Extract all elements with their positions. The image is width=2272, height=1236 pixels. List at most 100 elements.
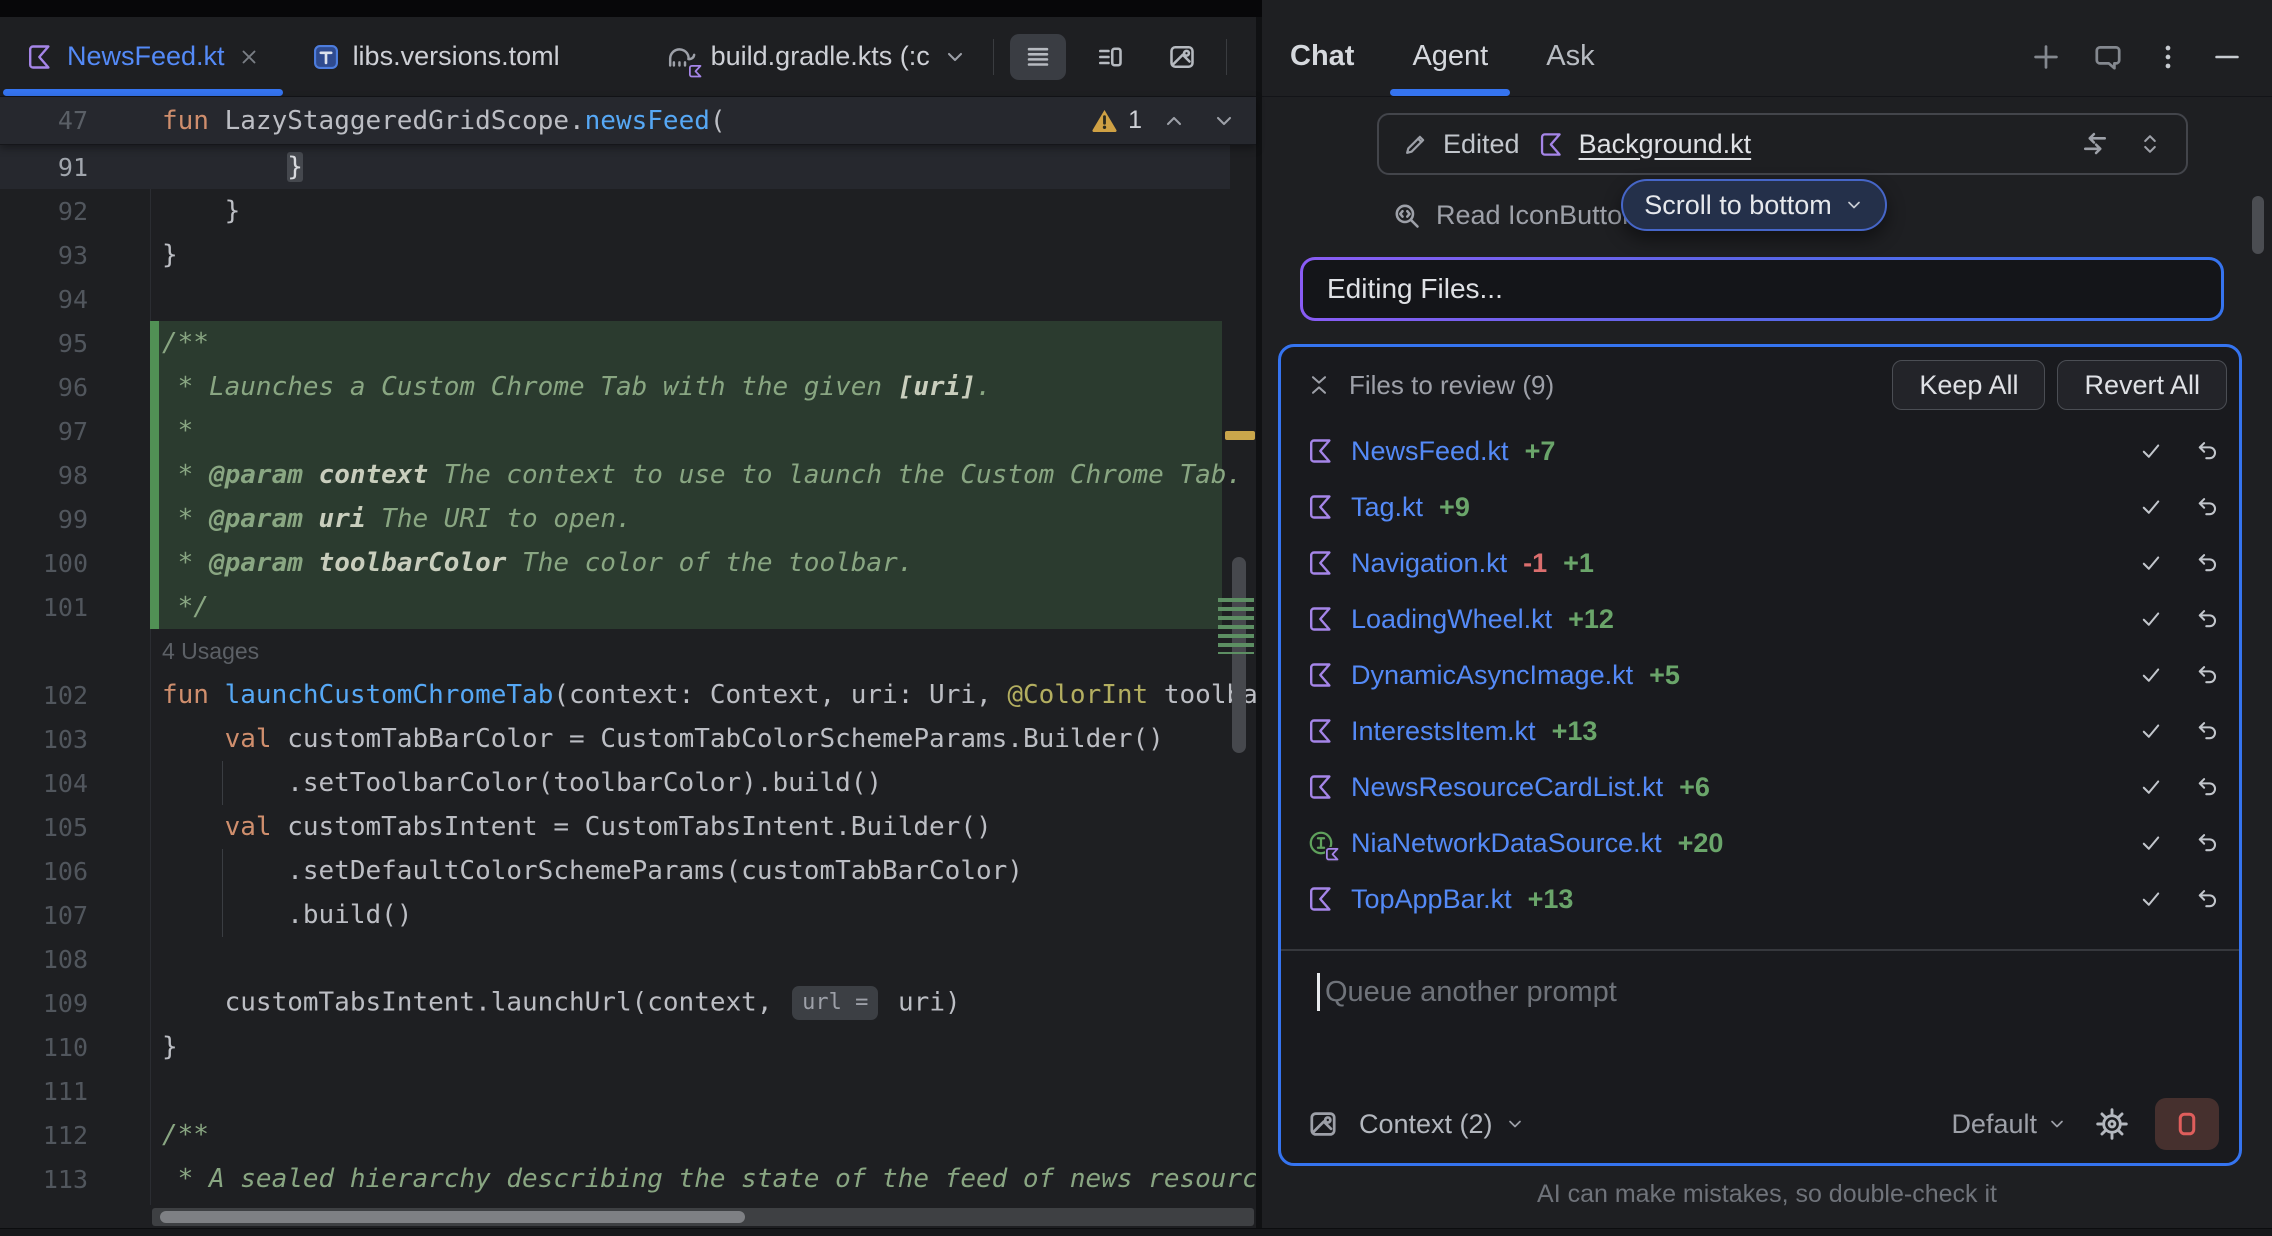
collapse-all-icon[interactable] — [1307, 373, 1331, 397]
attach-image-icon[interactable] — [1307, 1108, 1339, 1140]
warning-count[interactable]: 1 — [1128, 106, 1142, 135]
revert-file-button[interactable] — [2195, 495, 2219, 519]
line-number[interactable]: 95 — [0, 329, 150, 358]
line-number[interactable]: 93 — [0, 241, 150, 270]
line-number[interactable]: 111 — [0, 1077, 150, 1106]
chevron-down-icon[interactable] — [2047, 1114, 2067, 1134]
line-number[interactable]: 98 — [0, 461, 150, 490]
code-text[interactable]: /** — [150, 1120, 1256, 1150]
split-view-button[interactable] — [1082, 34, 1138, 80]
stop-button[interactable] — [2155, 1098, 2219, 1150]
tab-libs-versions-toml[interactable]: libs.versions.toml — [286, 17, 586, 96]
kebab-menu-icon[interactable] — [2154, 43, 2182, 71]
line-number[interactable]: 110 — [0, 1033, 150, 1062]
line-number[interactable]: 99 — [0, 505, 150, 534]
keep-file-button[interactable] — [2139, 831, 2163, 855]
gear-icon[interactable] — [2095, 1107, 2129, 1141]
keep-file-button[interactable] — [2139, 607, 2163, 631]
code-text[interactable]: val customTabsIntent = CustomTabsIntent.… — [150, 812, 1256, 842]
expand-collapse-icon[interactable] — [2138, 132, 2162, 156]
line-number[interactable]: 97 — [0, 417, 150, 446]
code-text[interactable]: * @param uri The URI to open. — [150, 504, 1256, 534]
keep-file-button[interactable] — [2139, 663, 2163, 687]
chat-vertical-scrollbar[interactable] — [2252, 196, 2264, 254]
file-link[interactable]: Navigation.kt — [1351, 548, 1507, 579]
edited-file-link[interactable]: Background.kt — [1579, 129, 1752, 160]
code-text[interactable]: .setToolbarColor(toolbarColor).build() — [150, 768, 1256, 798]
code-text[interactable]: customTabsIntent.launchUrl(context, url … — [150, 986, 1256, 1020]
revert-file-button[interactable] — [2195, 719, 2219, 743]
previous-problem-icon[interactable] — [1162, 109, 1186, 133]
revert-file-button[interactable] — [2195, 775, 2219, 799]
next-problem-icon[interactable] — [1212, 109, 1236, 133]
line-number[interactable]: 102 — [0, 681, 150, 710]
file-link[interactable]: LoadingWheel.kt — [1351, 604, 1552, 635]
line-number[interactable]: 105 — [0, 813, 150, 842]
code-text[interactable]: } — [150, 1032, 1256, 1062]
revert-file-button[interactable] — [2195, 551, 2219, 575]
chevron-down-icon[interactable] — [1505, 1114, 1525, 1134]
editor-horizontal-scrollbar[interactable] — [152, 1208, 1254, 1226]
hide-panel-icon[interactable] — [2212, 42, 2242, 72]
revert-all-button[interactable]: Revert All — [2057, 360, 2227, 410]
file-review-row[interactable]: LoadingWheel.kt+12 — [1281, 591, 2239, 647]
scrollbar-warning-mark[interactable] — [1225, 431, 1255, 440]
horizontal-scrollbar-thumb[interactable] — [160, 1211, 745, 1223]
warning-icon[interactable] — [1091, 107, 1118, 134]
code-text[interactable]: * Launches a Custom Chrome Tab with the … — [150, 372, 1256, 402]
code-text[interactable]: .build() — [150, 900, 1256, 930]
file-review-row[interactable]: NewsResourceCardList.kt+6 — [1281, 759, 2239, 815]
code-text[interactable]: * — [150, 416, 1256, 446]
code-text[interactable]: * @param context The context to use to l… — [150, 460, 1256, 490]
keep-file-button[interactable] — [2139, 719, 2163, 743]
code-text[interactable]: val customTabBarColor = CustomTabColorSc… — [150, 724, 1256, 754]
file-link[interactable]: NewsFeed.kt — [1351, 436, 1509, 467]
sticky-context-line[interactable]: 47 fun LazyStaggeredGridScope.newsFeed( … — [0, 97, 1256, 145]
code-text[interactable]: } — [150, 196, 1256, 226]
file-review-row[interactable]: TopAppBar.kt+13 — [1281, 871, 2239, 927]
line-number[interactable]: 96 — [0, 373, 150, 402]
code-text[interactable]: 4 Usages — [150, 636, 1256, 666]
file-link[interactable]: TopAppBar.kt — [1351, 884, 1512, 915]
code-text[interactable]: fun launchCustomChromeTab(context: Conte… — [150, 680, 1256, 710]
tab-agent[interactable]: Agent — [1412, 17, 1488, 96]
editor-vertical-scrollbar[interactable] — [1232, 557, 1246, 753]
scroll-to-bottom-button[interactable]: Scroll to bottom — [1621, 179, 1887, 231]
file-link[interactable]: NewsResourceCardList.kt — [1351, 772, 1663, 803]
context-button[interactable]: Context (2) — [1359, 1109, 1493, 1140]
line-number[interactable]: 108 — [0, 945, 150, 974]
revert-file-button[interactable] — [2195, 887, 2219, 911]
design-view-button[interactable] — [1154, 34, 1210, 80]
line-number[interactable]: 107 — [0, 901, 150, 930]
file-review-row[interactable]: NiaNetworkDataSource.kt+20 — [1281, 815, 2239, 871]
inlay-hint[interactable]: url = — [792, 986, 878, 1020]
keep-file-button[interactable] — [2139, 439, 2163, 463]
code-text[interactable]: .setDefaultColorSchemeParams(customTabBa… — [150, 856, 1256, 886]
chat-history-icon[interactable] — [2092, 41, 2124, 73]
code-text[interactable]: /** — [150, 328, 1256, 358]
code-text[interactable]: } — [150, 240, 1256, 270]
code-text[interactable]: * A sealed hierarchy describing the stat… — [150, 1164, 1256, 1194]
line-number[interactable]: 104 — [0, 769, 150, 798]
code-text[interactable]: } — [150, 152, 1256, 182]
keep-file-button[interactable] — [2139, 775, 2163, 799]
file-link[interactable]: Tag.kt — [1351, 492, 1423, 523]
file-review-row[interactable]: InterestsItem.kt+13 — [1281, 703, 2239, 759]
code-editor[interactable]: 91 }92 }93}9495/**96 * Launches a Custom… — [0, 145, 1256, 1201]
code-view-button[interactable] — [1010, 34, 1066, 80]
file-link[interactable]: NiaNetworkDataSource.kt — [1351, 828, 1662, 859]
edited-file-card[interactable]: Edited Background.kt — [1377, 113, 2188, 175]
tab-chat[interactable]: Chat — [1290, 17, 1354, 96]
close-tab-icon[interactable] — [238, 46, 260, 68]
line-number[interactable]: 112 — [0, 1121, 150, 1150]
revert-file-button[interactable] — [2195, 607, 2219, 631]
tab-ask[interactable]: Ask — [1546, 17, 1594, 96]
code-text[interactable]: * @param toolbarColor The color of the t… — [150, 548, 1256, 578]
chevron-down-icon[interactable] — [943, 45, 967, 69]
revert-file-button[interactable] — [2195, 439, 2219, 463]
revert-file-button[interactable] — [2195, 663, 2219, 687]
prompt-input[interactable]: Queue another prompt — [1317, 973, 1617, 1011]
model-selector[interactable]: Default — [1951, 1109, 2037, 1140]
revert-file-button[interactable] — [2195, 831, 2219, 855]
tab-build-gradle-kts[interactable]: build.gradle.kts (:c — [638, 17, 993, 96]
